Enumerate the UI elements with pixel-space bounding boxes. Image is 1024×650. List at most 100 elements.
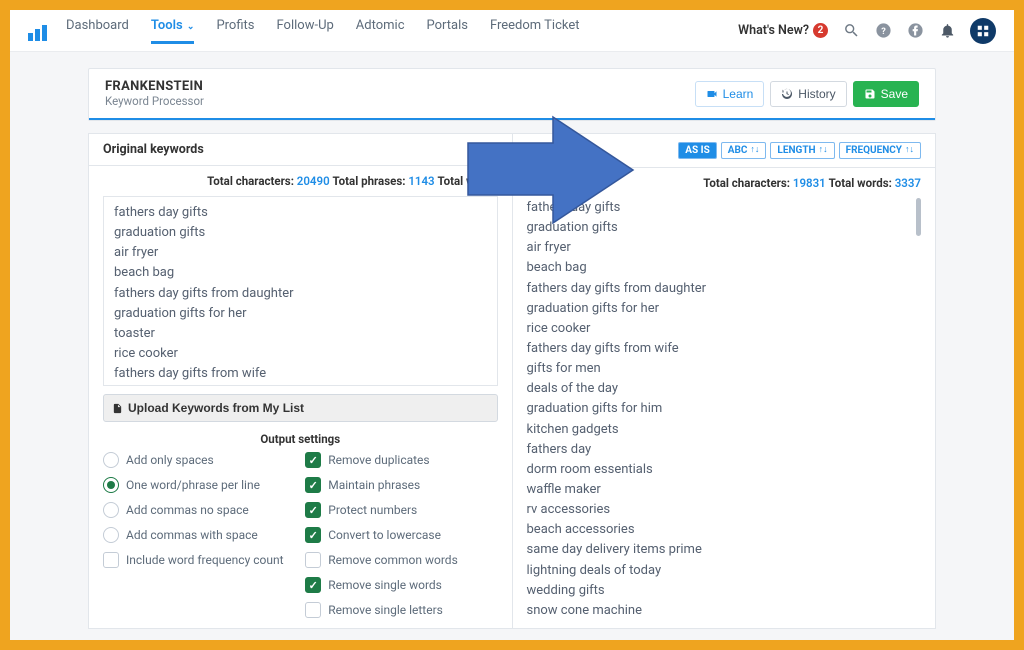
learn-button[interactable]: Learn [695, 81, 765, 107]
setting-label: One word/phrase per line [126, 478, 260, 492]
setting-option[interactable]: Remove single letters [305, 602, 497, 618]
nav-followup[interactable]: Follow-Up [277, 18, 334, 44]
bell-icon[interactable] [938, 22, 956, 40]
sort-frequency[interactable]: FREQUENCY ↑↓ [839, 142, 921, 159]
setting-label: Protect numbers [328, 503, 417, 517]
original-stats: Total characters: 20490 Total phrases: 1… [89, 166, 512, 196]
result-line: graduation gifts for him [527, 399, 922, 419]
result-line: kitchen gadgets [527, 420, 922, 440]
setting-label: Remove single words [328, 578, 442, 592]
main-nav: Dashboard Tools ⌄ Profits Follow-Up Adto… [66, 18, 580, 44]
original-panel: Original keywords Total characters: 2049… [88, 133, 513, 629]
check-icon [305, 502, 321, 518]
result-line: rice cooker [527, 319, 922, 339]
original-keywords-textarea[interactable]: fathers day giftsgraduation giftsair fry… [103, 196, 498, 386]
setting-option[interactable]: Remove single words [305, 577, 497, 593]
setting-option[interactable]: Add only spaces [103, 452, 295, 468]
svg-text:?: ? [881, 26, 886, 37]
setting-label: Add commas with space [126, 528, 258, 542]
result-line: air fryer [527, 238, 922, 258]
upload-keywords-button[interactable]: Upload Keywords from My List [103, 394, 498, 422]
check-icon [305, 477, 321, 493]
result-line: graduation gifts for her [527, 299, 922, 319]
keyword-line: fathers day gifts from daughter [114, 284, 487, 304]
output-settings: Add only spaces One word/phrase per line A… [89, 452, 512, 628]
radio-icon [103, 527, 119, 543]
file-icon [112, 403, 123, 414]
nav-adtomic[interactable]: Adtomic [356, 18, 405, 44]
sort-abc[interactable]: ABC ↑↓ [721, 142, 767, 159]
keyword-line: toaster [114, 324, 487, 344]
history-button[interactable]: History [770, 81, 846, 107]
result-keywords-list[interactable]: fathers day giftsgraduation giftsair fry… [513, 198, 936, 618]
setting-option[interactable]: Convert to lowercase [305, 527, 497, 543]
nav-dashboard[interactable]: Dashboard [66, 18, 129, 44]
keyword-line: grill [114, 384, 487, 386]
keyword-line: graduation gifts [114, 223, 487, 243]
setting-option[interactable]: One word/phrase per line [103, 477, 295, 493]
topbar: Dashboard Tools ⌄ Profits Follow-Up Adto… [10, 10, 1014, 52]
radio-icon [103, 502, 119, 518]
whats-new-link[interactable]: What's New? 2 [738, 23, 828, 38]
setting-option[interactable]: Maintain phrases [305, 477, 497, 493]
setting-option[interactable]: Remove duplicates [305, 452, 497, 468]
result-heading: Result [527, 143, 563, 158]
result-line: graduation gifts [527, 218, 922, 238]
setting-option[interactable]: Add commas with space [103, 527, 295, 543]
original-heading: Original keywords [103, 142, 204, 157]
setting-label: Convert to lowercase [328, 528, 441, 542]
app-logo [28, 21, 48, 41]
page-title: FRANKENSTEIN [105, 79, 204, 94]
nav-profits[interactable]: Profits [216, 18, 254, 44]
keyword-line: fathers day gifts [114, 203, 487, 223]
result-line: dorm room essentials [527, 460, 922, 480]
check-icon [305, 527, 321, 543]
result-line: waffle maker [527, 480, 922, 500]
result-line: beach accessories [527, 520, 922, 540]
result-line: same day delivery items prime [527, 540, 922, 560]
check-icon [103, 552, 119, 568]
setting-label: Add only spaces [126, 453, 214, 467]
setting-label: Remove duplicates [328, 453, 429, 467]
result-line: fathers day gifts [527, 198, 922, 218]
result-line: fathers day gifts from wife [527, 339, 922, 359]
nav-tools[interactable]: Tools ⌄ [151, 18, 195, 44]
result-line: wedding gifts [527, 581, 922, 601]
setting-label: Remove common words [328, 553, 458, 567]
check-icon [305, 452, 321, 468]
save-button[interactable]: Save [853, 81, 919, 107]
setting-option[interactable]: Protect numbers [305, 502, 497, 518]
setting-label: Remove single letters [328, 603, 443, 617]
result-line: fathers day gifts from daughter [527, 279, 922, 299]
result-line: lightning deals of today [527, 561, 922, 581]
facebook-icon[interactable] [906, 22, 924, 40]
result-line: fathers day [527, 440, 922, 460]
sort-as is[interactable]: AS IS [678, 142, 716, 159]
chevron-down-icon: ⌄ [185, 22, 195, 32]
nav-portals[interactable]: Portals [427, 18, 468, 44]
page-header-card: FRANKENSTEIN Keyword Processor Learn His… [88, 68, 936, 121]
setting-option[interactable]: Add commas no space [103, 502, 295, 518]
result-panel: Result AS ISABC ↑↓LENGTH ↑↓FREQUENCY ↑↓ … [513, 133, 937, 629]
sort-length[interactable]: LENGTH ↑↓ [770, 142, 834, 159]
result-line: rv accessories [527, 500, 922, 520]
radio-icon [103, 452, 119, 468]
page-subtitle: Keyword Processor [105, 94, 204, 108]
radio-icon [103, 477, 119, 493]
user-avatar[interactable] [970, 18, 996, 44]
keyword-line: graduation gifts for her [114, 304, 487, 324]
help-icon[interactable]: ? [874, 22, 892, 40]
setting-option[interactable]: Include word frequency count [103, 552, 295, 568]
search-icon[interactable] [842, 22, 860, 40]
whats-new-badge: 2 [813, 23, 828, 38]
setting-label: Maintain phrases [328, 478, 420, 492]
scrollbar-thumb[interactable] [916, 198, 921, 236]
setting-label: Add commas no space [126, 503, 249, 517]
result-line: deals of the day [527, 379, 922, 399]
nav-freedom[interactable]: Freedom Ticket [490, 18, 580, 44]
result-line: beach bag [527, 258, 922, 278]
setting-option[interactable]: Remove common words [305, 552, 497, 568]
result-line: snow cone machine [527, 601, 922, 618]
keyword-line: beach bag [114, 263, 487, 283]
check-icon [305, 602, 321, 618]
